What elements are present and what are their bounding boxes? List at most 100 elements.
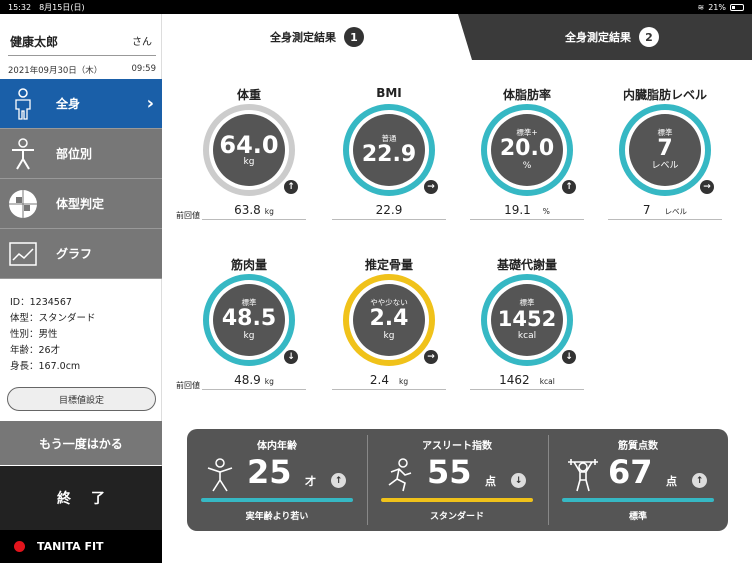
gauge-ring: 標準 7 レベル <box>619 104 711 196</box>
previous-label: 前回値 <box>176 381 200 390</box>
profile-height: 身長：167.0cm <box>10 361 81 372</box>
prev-unit: kg <box>264 207 274 216</box>
summary-value: 25 <box>247 453 292 491</box>
summary-status: スタンダード <box>429 512 484 522</box>
sidebar-item-body-type[interactable]: 体型判定 <box>0 179 162 229</box>
tab-label: 全身測定結果 <box>270 31 336 44</box>
gauge-center: 普通 22.9 <box>353 114 425 186</box>
summary-body-age[interactable]: 体内年齢 25 才 ↑ 実年齢より若い <box>187 429 367 531</box>
tab-label: 全身測定結果 <box>565 31 631 44</box>
chevron-right-icon: › <box>146 93 154 114</box>
sidebar-item-body-parts[interactable]: 部位別 <box>0 129 162 179</box>
gauge-center: 標準+ 20.0 % <box>491 114 563 186</box>
summary-value: 55 <box>427 453 472 491</box>
goal-setting-button[interactable]: 目標値設定 <box>7 387 156 411</box>
summary-bar <box>381 498 533 502</box>
metric-visceral-fat[interactable]: 内臓脂肪レベル 標準 7 レベル → 7 レベル <box>600 86 730 236</box>
metric-value: 7 <box>657 136 673 161</box>
trend-up-icon: ↑ <box>562 180 576 194</box>
summary-title: アスリート指数 <box>422 441 492 452</box>
sidebar-item-label: 全身 <box>56 97 81 111</box>
metric-unit: kg <box>383 331 395 341</box>
trend-down-icon: ↓ <box>284 350 298 364</box>
gauge-center: 標準 48.5 kg <box>213 284 285 356</box>
previous-value: 7 レベル <box>608 203 722 220</box>
metric-body-fat[interactable]: 体脂肪率 標準+ 20.0 % ↑ 19.1% <box>462 86 592 236</box>
metric-judge: 標準 <box>519 298 535 307</box>
profile-id: ID：1234567 <box>10 297 72 308</box>
metric-value: 20.0 <box>499 136 555 161</box>
metric-title: 推定骨量 <box>364 258 413 272</box>
summary-bar <box>562 498 714 502</box>
gauge-center: 64.0 kg <box>213 114 285 186</box>
metric-unit: kg <box>243 156 255 167</box>
metric-value: 64.0 <box>219 130 279 159</box>
body-parts-icon <box>0 137 46 170</box>
sidebar-item-graph[interactable]: グラフ <box>0 229 162 279</box>
profile-sex: 性別：男性 <box>10 329 58 340</box>
prev-number: 1462 <box>499 373 530 387</box>
metric-basal-metabolism[interactable]: 基礎代謝量 標準 1452 kcal ↓ 1462 kcal <box>462 256 592 406</box>
remeasure-button[interactable]: もう一度はかる <box>0 421 162 465</box>
graph-icon <box>0 241 46 266</box>
gauge-ring: 標準 48.5 kg <box>203 274 295 366</box>
metric-title: 体脂肪率 <box>502 88 551 102</box>
summary-value: 67 <box>608 453 653 491</box>
metric-value: 2.4 <box>369 306 409 331</box>
gauge-ring: 64.0 kg <box>203 104 295 196</box>
summary-status: 実年齢より若い <box>245 512 309 522</box>
brand-name: TANITA FIT <box>37 540 104 553</box>
metric-title: BMI <box>376 86 402 100</box>
metric-unit: kcal <box>517 331 537 341</box>
status-bar: 15:32 8月15日(日) ≋ 21% <box>0 0 752 14</box>
user-name: 健康太郎 <box>10 35 59 49</box>
sidebar-item-label: グラフ <box>56 247 93 261</box>
brand-logo-icon <box>14 541 25 552</box>
summary-unit: 点 <box>485 475 496 488</box>
summary-status: 標準 <box>628 512 647 522</box>
measure-time: 09:59 <box>131 64 157 74</box>
tab-number: 1 <box>344 27 364 47</box>
previous-value: 22.9 <box>332 203 446 220</box>
battery-icon <box>730 3 744 11</box>
battery-level: 21% <box>708 2 726 12</box>
summary-athlete-index[interactable]: アスリート指数 55 点 ↓ スタンダード <box>367 429 547 531</box>
gauge-ring: 標準+ 20.0 % <box>481 104 573 196</box>
prev-number: 19.1 <box>504 203 531 217</box>
metric-value: 1452 <box>497 307 557 331</box>
gauge-ring: やや少ない 2.4 kg <box>343 274 435 366</box>
metric-muscle-mass[interactable]: 筋肉量 標準 48.5 kg ↓ 48.9 kg <box>184 256 314 406</box>
trend-down-icon: ↓ <box>511 473 526 488</box>
metric-bone-mass[interactable]: 推定骨量 やや少ない 2.4 kg → 2.4 kg <box>324 256 454 406</box>
metric-title: 体重 <box>236 88 261 102</box>
sidebar-item-whole-body[interactable]: 全身 › <box>0 79 162 129</box>
profile-info: ID：1234567 体型：スタンダード 性別：男性 年齢：26才 身長：167… <box>10 295 96 375</box>
prev-unit: kcal <box>539 377 555 386</box>
metric-weight[interactable]: 体重 64.0 kg ↑ 63.8 kg <box>184 86 314 236</box>
trend-down-icon: ↓ <box>562 350 576 364</box>
tab-number: 2 <box>639 27 659 47</box>
brand-bar: TANITA FIT <box>0 530 162 563</box>
trend-right-icon: → <box>424 350 438 364</box>
metric-title: 内臓脂肪レベル <box>622 88 707 102</box>
trend-right-icon: → <box>700 180 714 194</box>
metric-bmi[interactable]: BMI 普通 22.9 → 22.9 <box>324 86 454 236</box>
tab-result-1[interactable]: 全身測定結果 1 <box>162 14 472 60</box>
profile-type: 体型：スタンダード <box>10 313 96 324</box>
previous-value: 48.9 kg <box>202 373 306 390</box>
gauge-ring: 標準 1452 kcal <box>481 274 573 366</box>
summary-muscle-score[interactable]: 筋質点数 67 点 ↑ 標準 <box>548 429 728 531</box>
status-date: 8月15日(日) <box>39 2 85 12</box>
weightlifting-icon <box>566 458 600 492</box>
prev-number: 22.9 <box>375 203 403 217</box>
gauge-center: 標準 1452 kcal <box>491 284 563 356</box>
metric-title: 筋肉量 <box>230 258 267 272</box>
prev-number: 63.8 <box>234 203 261 217</box>
metric-unit: レベル <box>651 161 679 171</box>
previous-value: 1462 kcal <box>470 373 584 390</box>
finish-button[interactable]: 終了 <box>0 466 162 530</box>
tab-result-2[interactable]: 全身測定結果 2 <box>472 14 752 60</box>
profile-age: 年齢：26才 <box>10 345 61 356</box>
metric-value: 22.9 <box>361 141 417 167</box>
summary-unit: 才 <box>305 475 316 488</box>
